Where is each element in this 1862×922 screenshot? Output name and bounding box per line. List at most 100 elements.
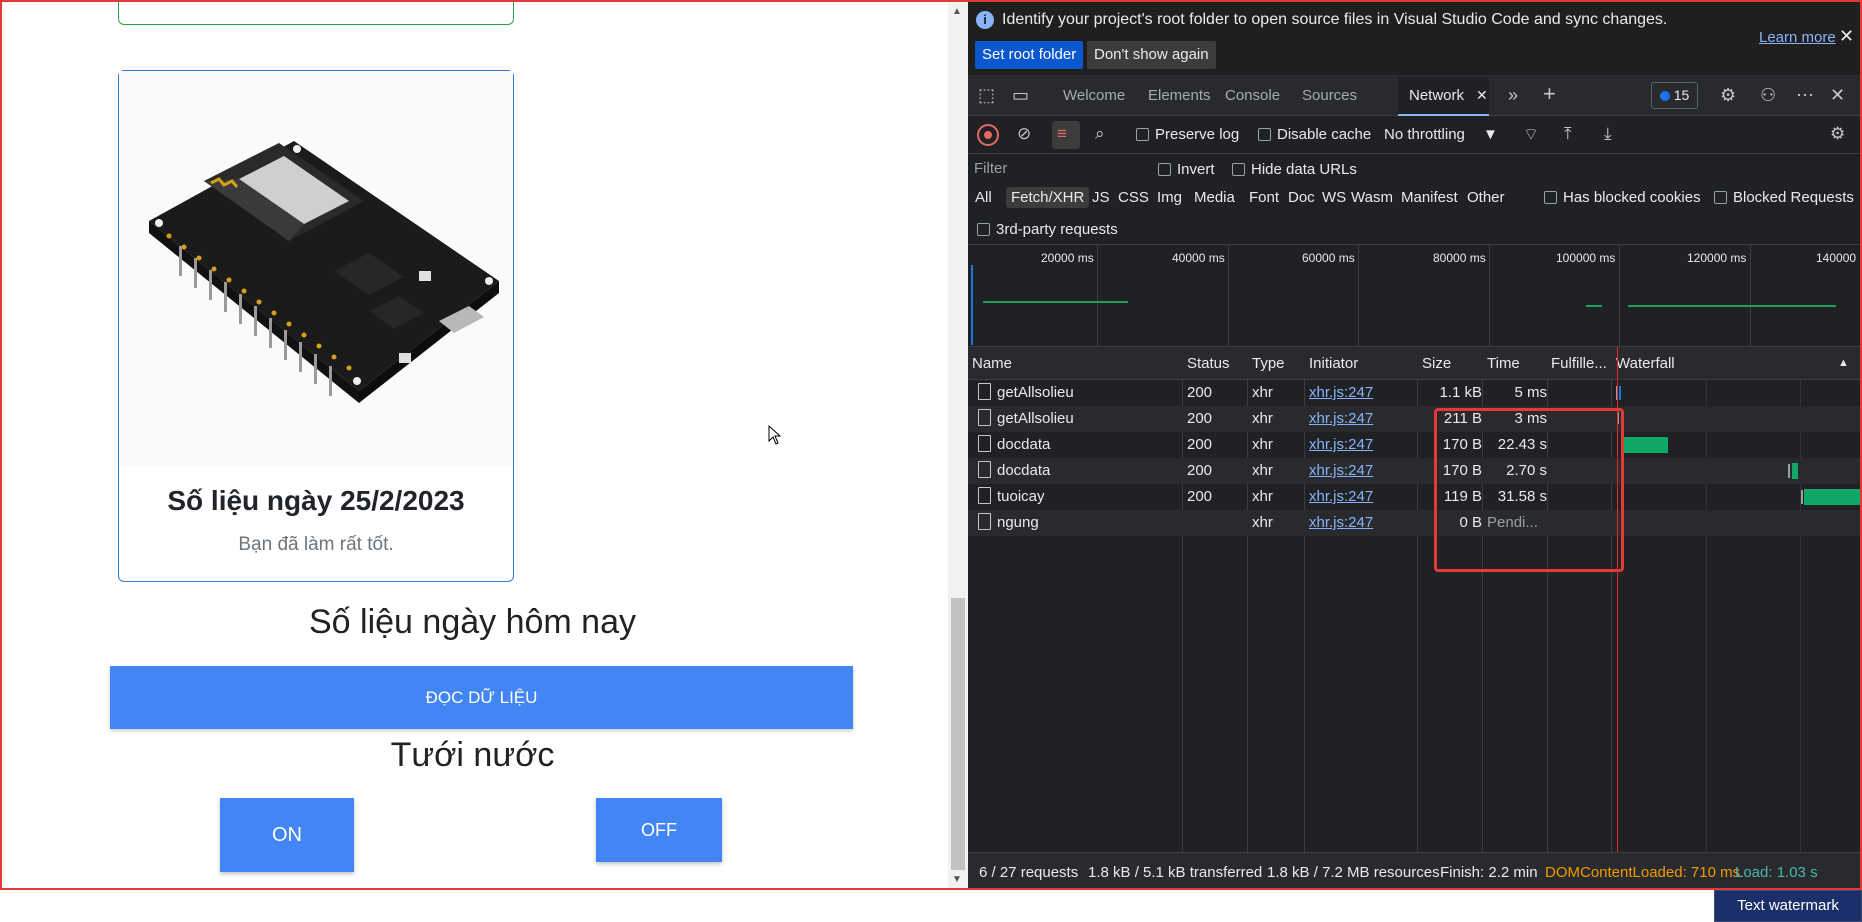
filter-icon[interactable]: ≡	[1057, 124, 1067, 144]
document-icon	[978, 383, 991, 400]
close-icon[interactable]: ✕	[1839, 26, 1854, 47]
export-har-icon[interactable]: ⤓	[1604, 124, 1612, 144]
learn-more-link[interactable]: Learn more	[1759, 29, 1836, 46]
initiator-link[interactable]: xhr.js:247	[1309, 410, 1373, 427]
type-ws[interactable]: WS	[1322, 189, 1346, 206]
col-waterfall[interactable]: Waterfall	[1616, 355, 1675, 372]
close-tab-icon[interactable]: ✕	[1476, 87, 1488, 104]
text-watermark: Text watermark	[1714, 890, 1862, 922]
devtools-panel: i Identify your project's root folder to…	[968, 0, 1862, 890]
tick-label: 140000	[1816, 251, 1857, 265]
tick-label: 100000 ms	[1556, 251, 1616, 265]
issues-badge[interactable]: 15	[1651, 82, 1698, 109]
document-icon	[978, 409, 991, 426]
record-icon[interactable]	[977, 124, 999, 146]
tab-welcome[interactable]: Welcome	[1063, 87, 1125, 104]
inspect-icon[interactable]: ⬚	[978, 85, 995, 106]
scrollbar-thumb[interactable]	[951, 598, 965, 870]
has-blocked-cookies-checkbox[interactable]: Has blocked cookies	[1544, 189, 1701, 206]
initiator-link[interactable]: xhr.js:247	[1309, 462, 1373, 479]
off-button[interactable]: OFF	[596, 798, 722, 862]
document-icon	[978, 435, 991, 452]
watering-heading: Tưới nước	[390, 736, 555, 774]
card-subtitle: Bạn đã làm rất tốt.	[238, 534, 394, 555]
throttling-select[interactable]: No throttling ▼	[1384, 126, 1498, 143]
previous-card	[118, 0, 514, 25]
col-type[interactable]: Type	[1252, 355, 1285, 372]
scroll-down-icon[interactable]: ▼	[952, 874, 962, 885]
tab-console[interactable]: Console	[1225, 87, 1280, 104]
load-time: Load: 1.03 s	[1735, 864, 1818, 881]
scroll-up-icon[interactable]: ▲	[952, 6, 962, 17]
col-fulfilled[interactable]: Fulfille...	[1551, 355, 1607, 372]
dont-show-again-button[interactable]: Don't show again	[1087, 41, 1216, 69]
col-initiator[interactable]: Initiator	[1309, 355, 1358, 372]
clear-icon[interactable]: ⊘	[1017, 124, 1031, 144]
add-tab-icon[interactable]: +	[1543, 81, 1556, 107]
col-status[interactable]: Status	[1187, 355, 1230, 372]
tick-label: 60000 ms	[1302, 251, 1355, 265]
type-js[interactable]: JS	[1092, 189, 1110, 206]
import-har-icon[interactable]: ⤒	[1564, 124, 1572, 144]
type-other[interactable]: Other	[1467, 189, 1505, 206]
col-size[interactable]: Size	[1422, 355, 1451, 372]
table-row[interactable]: ngung xhr xhr.js:247 0 B Pendi...	[968, 510, 1862, 536]
network-conditions-icon[interactable]: ⌔	[1523, 124, 1539, 145]
type-wasm[interactable]: Wasm	[1351, 189, 1393, 206]
hide-data-urls-checkbox[interactable]: Hide data URLs	[1232, 161, 1357, 178]
initiator-link[interactable]: xhr.js:247	[1309, 488, 1373, 505]
close-devtools-icon[interactable]: ✕	[1830, 85, 1845, 106]
sort-up-icon[interactable]: ▲	[1838, 357, 1849, 369]
tab-sources[interactable]: Sources	[1302, 87, 1357, 104]
initiator-link[interactable]: xhr.js:247	[1309, 436, 1373, 453]
filter-input[interactable]: Filter	[972, 159, 1142, 179]
more-tabs-icon[interactable]: »	[1508, 85, 1518, 106]
col-name[interactable]: Name	[972, 355, 1012, 372]
infobar: i Identify your project's root folder to…	[968, 0, 1862, 75]
document-icon	[978, 461, 991, 478]
type-fetch-xhr[interactable]: Fetch/XHR	[1006, 187, 1090, 208]
network-overview[interactable]: 20000 ms 40000 ms 60000 ms 80000 ms 1000…	[968, 244, 1862, 347]
third-party-checkbox[interactable]: 3rd-party requests	[977, 221, 1118, 238]
search-icon[interactable]: ⌕	[1095, 124, 1105, 144]
read-data-button[interactable]: ĐỌC DỮ LIỆU	[110, 666, 853, 729]
tick-label: 20000 ms	[1041, 251, 1094, 265]
type-img[interactable]: Img	[1157, 189, 1182, 206]
on-button[interactable]: ON	[220, 798, 354, 872]
col-time[interactable]: Time	[1487, 355, 1520, 372]
type-doc[interactable]: Doc	[1288, 189, 1315, 206]
more-options-icon[interactable]: ⋯	[1796, 85, 1814, 106]
type-media[interactable]: Media	[1194, 189, 1235, 206]
tick-label: 120000 ms	[1687, 251, 1747, 265]
request-count: 6 / 27 requests	[979, 864, 1079, 881]
blocked-requests-checkbox[interactable]: Blocked Requests	[1714, 189, 1854, 206]
tick-label: 80000 ms	[1433, 251, 1486, 265]
set-root-folder-button[interactable]: Set root folder	[975, 41, 1084, 69]
table-row[interactable]: getAllsolieu 200 xhr xhr.js:247 1.1 kB 5…	[968, 380, 1862, 406]
initiator-link[interactable]: xhr.js:247	[1309, 384, 1373, 401]
transferred-size: 1.8 kB / 5.1 kB transferred	[1088, 864, 1263, 881]
table-row[interactable]: getAllsolieu 200 xhr xhr.js:247 211 B 3 …	[968, 406, 1862, 432]
requests-table: Name Status Type Initiator Size Time Ful…	[968, 347, 1862, 852]
customize-icon[interactable]: ⚇	[1760, 85, 1776, 106]
preserve-log-checkbox[interactable]: Preserve log	[1136, 126, 1239, 143]
type-css[interactable]: CSS	[1118, 189, 1149, 206]
initiator-link[interactable]: xhr.js:247	[1309, 514, 1373, 531]
disable-cache-checkbox[interactable]: Disable cache	[1258, 126, 1371, 143]
invert-checkbox[interactable]: Invert	[1158, 161, 1215, 178]
type-all[interactable]: All	[975, 189, 992, 206]
highlight-annotation	[1434, 408, 1624, 572]
tab-network[interactable]: Network	[1409, 87, 1464, 104]
card-title: Số liệu ngày 25/2/2023	[167, 485, 465, 516]
network-settings-icon[interactable]: ⚙	[1830, 124, 1845, 144]
page-scrollbar[interactable]: ▲ ▼	[948, 0, 968, 890]
gear-icon[interactable]: ⚙	[1720, 85, 1736, 106]
table-row[interactable]: docdata 200 xhr xhr.js:247 170 B 2.70 s	[968, 458, 1862, 484]
network-toolbar: ⊘ ≡ ⌕ Preserve log Disable cache No thro…	[968, 116, 1862, 154]
type-font[interactable]: Font	[1249, 189, 1279, 206]
device-toolbar-icon[interactable]: ▭	[1012, 85, 1029, 106]
table-row[interactable]: tuoicay 200 xhr xhr.js:247 119 B 31.58 s	[968, 484, 1862, 510]
tab-elements[interactable]: Elements	[1148, 87, 1211, 104]
type-manifest[interactable]: Manifest	[1401, 189, 1458, 206]
table-row[interactable]: docdata 200 xhr xhr.js:247 170 B 22.43 s	[968, 432, 1862, 458]
